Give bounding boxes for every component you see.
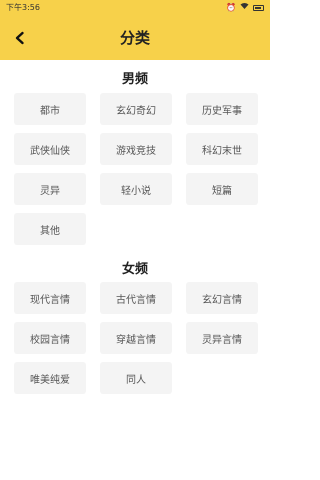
- category-chip[interactable]: 校园言情: [14, 322, 86, 354]
- category-chip[interactable]: 同人: [100, 362, 172, 394]
- battery-icon: [253, 5, 264, 11]
- category-chip[interactable]: 灵异: [14, 173, 86, 205]
- category-chip[interactable]: 科幻末世: [186, 133, 258, 165]
- category-chip[interactable]: 古代言情: [100, 282, 172, 314]
- wifi-icon: [240, 2, 249, 13]
- category-chip[interactable]: 玄幻奇幻: [100, 93, 172, 125]
- category-chip[interactable]: 玄幻言情: [186, 282, 258, 314]
- category-chip[interactable]: 游戏竞技: [100, 133, 172, 165]
- status-bar: 下午3:56 ⏰: [0, 0, 270, 14]
- section-title-male: 男频: [121, 72, 148, 87]
- category-chip[interactable]: 灵异言情: [186, 322, 258, 354]
- category-chip[interactable]: 轻小说: [100, 173, 172, 205]
- page-title: 分类: [119, 29, 150, 47]
- category-chip[interactable]: 其他: [14, 213, 86, 245]
- category-chip[interactable]: 短篇: [186, 173, 258, 205]
- status-time: 下午3:56: [6, 3, 40, 12]
- category-chip[interactable]: 现代言情: [14, 282, 86, 314]
- category-chip[interactable]: 唯美纯爱: [14, 362, 86, 394]
- status-indicators: ⏰: [226, 2, 264, 13]
- category-chip[interactable]: 武侠仙侠: [14, 133, 86, 165]
- category-grid-female: 现代言情 古代言情 玄幻言情 校园言情 穿越言情 灵异言情 唯美纯爱 同人: [14, 282, 258, 394]
- category-chip[interactable]: 历史军事: [186, 93, 258, 125]
- section-title-female: 女频: [121, 262, 148, 277]
- category-chip[interactable]: 穿越言情: [100, 322, 172, 354]
- category-grid-male: 都市 玄幻奇幻 历史军事 武侠仙侠 游戏竞技 科幻末世 灵异 轻小说 短篇 其他: [14, 93, 258, 245]
- alarm-icon: ⏰: [226, 2, 236, 12]
- app-bar: 分类: [0, 14, 270, 60]
- category-chip[interactable]: 都市: [14, 93, 86, 125]
